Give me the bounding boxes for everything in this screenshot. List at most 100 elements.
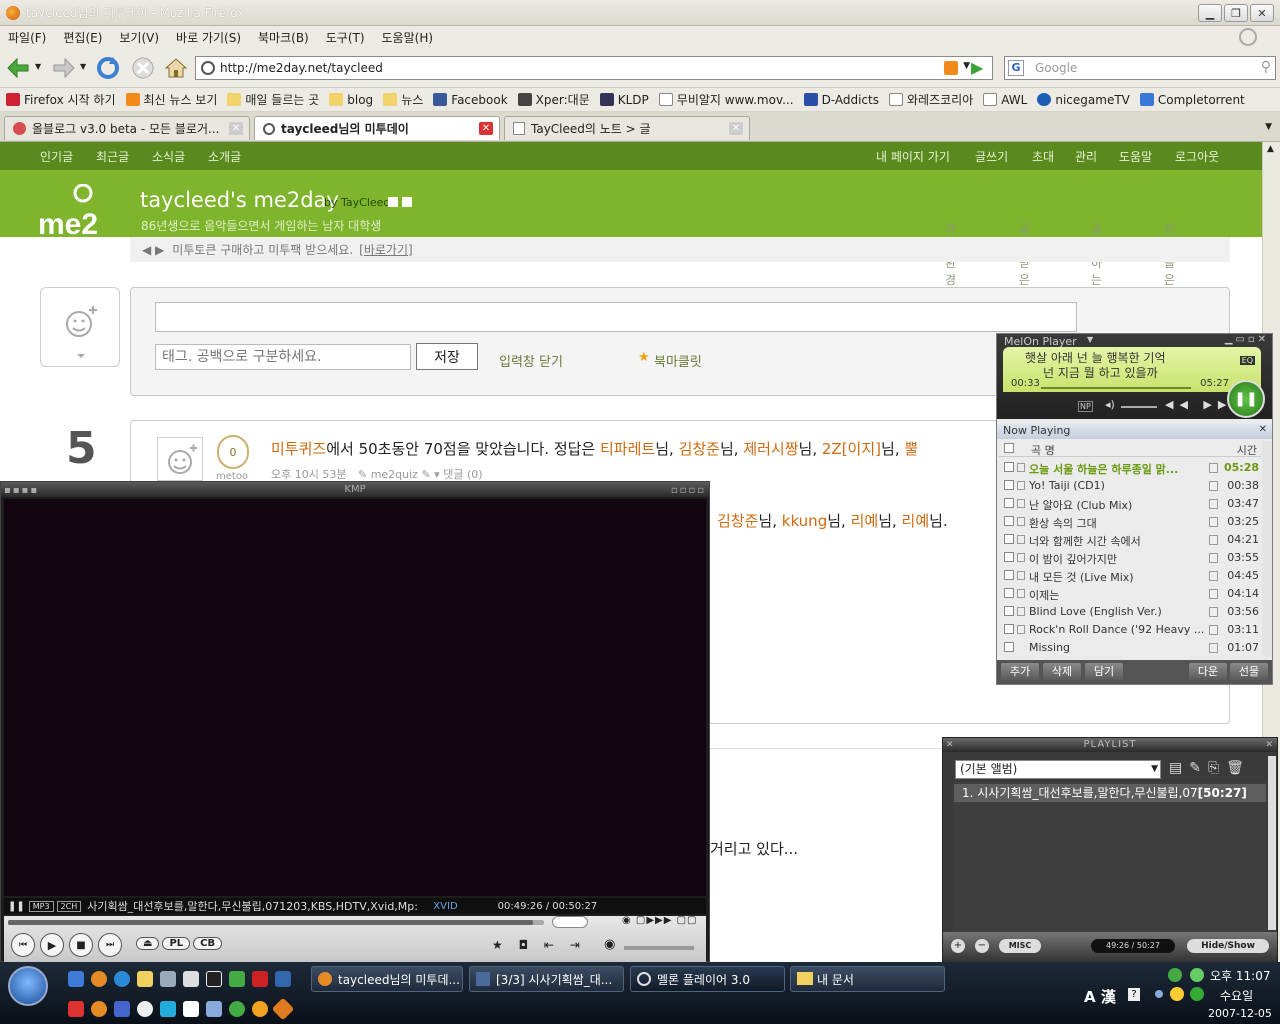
melon-volume-icon[interactable]: ◂) xyxy=(1105,398,1115,411)
tab-allblog[interactable]: 올블로그 v3.0 beta - 모든 블로거... ✕ xyxy=(4,116,250,140)
forward-icon[interactable] xyxy=(50,56,76,80)
bookmark-item[interactable]: 와레즈코리아 xyxy=(889,91,973,108)
tab-list-icon[interactable]: ▼ xyxy=(1265,122,1272,132)
bookmark-item[interactable]: 뉴스 xyxy=(383,91,423,108)
menu-help[interactable]: 도움말(H) xyxy=(382,29,434,46)
song-row[interactable]: 이제는 04:14 xyxy=(999,585,1261,603)
menu-bookmarks[interactable]: 북마크(B) xyxy=(258,29,309,46)
video-area[interactable] xyxy=(4,499,706,896)
bookmark-item[interactable]: Completorrent xyxy=(1139,93,1245,107)
user-link[interactable]: 티파레트 xyxy=(600,440,655,458)
user-link[interactable]: 김창준 xyxy=(679,440,720,458)
user-link[interactable]: 김창준 xyxy=(717,512,758,530)
messenger-tray-icon[interactable] xyxy=(1190,968,1204,982)
app-icon[interactable] xyxy=(271,997,295,1021)
close-button[interactable]: ✕ xyxy=(1250,4,1274,22)
show-desktop-icon[interactable] xyxy=(68,971,84,987)
gift-button[interactable]: 선물 xyxy=(1230,663,1268,680)
tab-close-icon[interactable]: ✕ xyxy=(229,122,243,135)
user-link[interactable]: 리예 xyxy=(902,512,930,530)
avatar-box[interactable] xyxy=(40,287,120,367)
add-button[interactable]: 추가 xyxy=(1001,663,1039,680)
song-checkbox[interactable] xyxy=(1004,624,1014,634)
firefox-launch-icon[interactable] xyxy=(91,971,107,987)
song-list-scrollbar[interactable] xyxy=(1262,441,1272,657)
app-icon[interactable] xyxy=(183,971,199,987)
task-kmp[interactable]: [3/3] 시사기획쌈_대... xyxy=(469,966,624,992)
menu-tools[interactable]: 도구(T) xyxy=(326,29,365,46)
reload-icon[interactable] xyxy=(95,55,121,81)
go-icon[interactable]: ▶ xyxy=(971,58,991,78)
album-select[interactable]: (기본 앨범) ▼ xyxy=(955,760,1161,779)
playlist-scrollbar[interactable] xyxy=(1268,756,1276,930)
help-icon[interactable]: ? xyxy=(1128,988,1140,1001)
skull-icon[interactable] xyxy=(206,971,222,987)
menu-view[interactable]: 보기(V) xyxy=(119,29,159,46)
playlist-titlebar[interactable]: PLAYLIST ✕ ✕ xyxy=(943,738,1277,752)
song-row[interactable]: 내 모든 것 (Live Mix) 04:45 xyxy=(999,567,1261,585)
song-menu-icon[interactable] xyxy=(1209,481,1218,491)
select-all-checkbox[interactable] xyxy=(1004,443,1014,453)
nav-manage[interactable]: 관리 xyxy=(1075,148,1097,165)
nav-help[interactable]: 도움말 xyxy=(1119,148,1152,165)
col-song[interactable]: 곡 명 xyxy=(1031,442,1055,458)
nav-news[interactable]: 소식글 xyxy=(152,148,185,165)
prev-next-icon[interactable]: ◀ ▶ xyxy=(142,243,164,257)
app-icon[interactable] xyxy=(114,1001,130,1017)
user-link[interactable]: 제러시짱 xyxy=(743,440,798,458)
song-checkbox[interactable] xyxy=(1004,642,1014,652)
tab-close-icon[interactable]: ✕ xyxy=(479,122,493,135)
nav-intro[interactable]: 소개글 xyxy=(208,148,241,165)
kmp-tool-icons[interactable]: ★ ◘ ⇤ ⇥ xyxy=(492,938,586,952)
task-my-documents[interactable]: 내 문서 xyxy=(790,966,945,992)
song-checkbox[interactable] xyxy=(1004,606,1014,616)
nav-my-page[interactable]: 내 페이지 가기 xyxy=(876,148,950,165)
kmp-mode-icons[interactable]: ◉ ▢▶▶▶ ▢▢ xyxy=(622,915,698,926)
save-to-button[interactable]: 담기 xyxy=(1085,663,1123,680)
eq-button[interactable]: EQ xyxy=(1239,356,1255,365)
song-checkbox[interactable] xyxy=(1004,462,1014,472)
control-box-button[interactable]: CB xyxy=(193,937,223,950)
blog-title[interactable]: taycleed's me2day xyxy=(140,188,339,212)
playlist-close-icon[interactable]: ✕ xyxy=(946,738,955,752)
album-dropdown-icon[interactable]: ▼ xyxy=(1151,761,1158,778)
magnifier-icon[interactable]: ⚲ xyxy=(1261,59,1271,75)
nav-logout[interactable]: 로그아웃 xyxy=(1175,148,1219,165)
song-row[interactable]: 오늘 서울 하늘은 하루종일 맑... 05:28 xyxy=(999,459,1261,477)
song-checkbox[interactable] xyxy=(1004,588,1014,598)
clock-time[interactable]: 오후 11:07 xyxy=(1210,967,1270,984)
nav-popular[interactable]: 인기글 xyxy=(40,148,73,165)
melon-window-controls[interactable]: ▁▭▫✕ xyxy=(1225,334,1269,345)
firefox-icon[interactable] xyxy=(91,1001,107,1017)
now-playing-close-icon[interactable]: ✕ xyxy=(1259,424,1267,435)
home-icon[interactable] xyxy=(163,55,189,81)
forward-dropdown-icon[interactable]: ▼ xyxy=(80,62,86,71)
add-file-icon[interactable]: + xyxy=(951,939,965,953)
user-link[interactable]: 2Z[이지] xyxy=(822,440,881,458)
bookmark-item[interactable]: Facebook xyxy=(433,93,508,107)
melon-menu-icon[interactable]: ▼ xyxy=(1087,335,1093,344)
app-icon[interactable] xyxy=(252,1001,268,1017)
song-row[interactable]: Rock'n Roll Dance ('92 Heavy ... 03:11 xyxy=(999,621,1261,639)
playlist-tool-icons[interactable]: ▤✎⎘🗑 xyxy=(1169,760,1251,776)
tray-icon[interactable] xyxy=(1168,968,1182,982)
url-input[interactable]: http://me2day.net/taycleed ▼ xyxy=(195,56,993,80)
stop-icon[interactable]: ■ xyxy=(69,933,93,957)
song-row[interactable]: 난 알아요 (Club Mix) 03:47 xyxy=(999,495,1261,513)
hide-show-button[interactable]: Hide/Show xyxy=(1187,939,1269,953)
song-checkbox[interactable] xyxy=(1004,516,1014,526)
song-menu-icon[interactable] xyxy=(1209,571,1218,581)
app-icon[interactable] xyxy=(275,971,291,987)
melon-volume-slider[interactable] xyxy=(1121,406,1157,408)
bookmark-item[interactable]: 매일 들르는 곳 xyxy=(227,91,319,108)
bookmark-item[interactable]: Xper:대문 xyxy=(517,91,590,108)
user-link[interactable]: kkung xyxy=(782,512,827,530)
ime-indicator[interactable]: A 漢 xyxy=(1084,986,1116,1007)
tray-icon[interactable] xyxy=(1155,990,1163,998)
remove-file-icon[interactable]: − xyxy=(975,939,989,953)
app-icon[interactable] xyxy=(160,1001,176,1017)
app-icon[interactable] xyxy=(206,1001,222,1017)
np-button[interactable]: NP xyxy=(1078,401,1093,412)
song-menu-icon[interactable] xyxy=(1209,535,1218,545)
menu-go[interactable]: 바로 가기(S) xyxy=(176,29,241,46)
